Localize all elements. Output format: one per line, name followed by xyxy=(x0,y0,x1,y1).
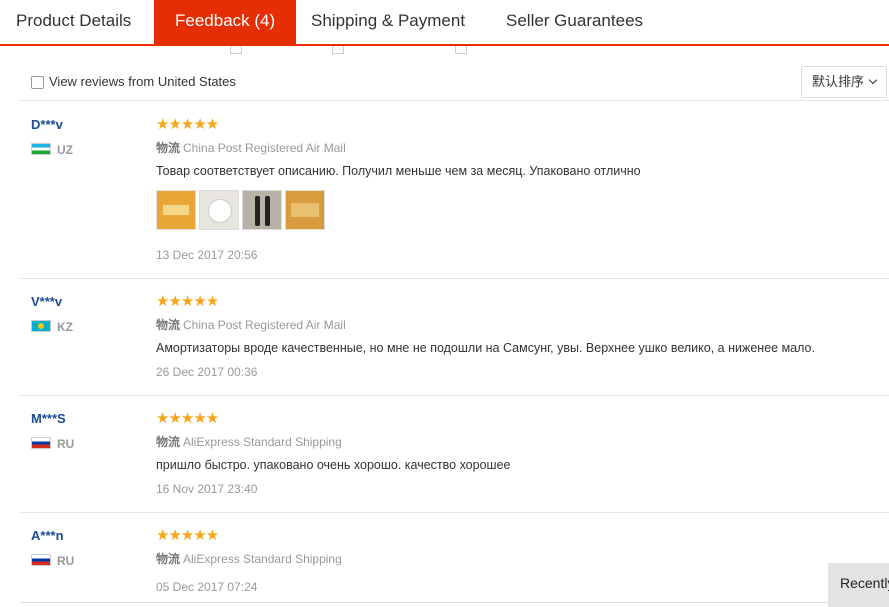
review-date: 05 Dec 2017 07:24 xyxy=(156,580,258,594)
review-photo-thumbnail[interactable] xyxy=(285,190,325,230)
shipping-method: 物流 China Post Registered Air Mail xyxy=(156,318,346,332)
rating-stars: ★★★★★ xyxy=(156,410,219,427)
reviewer-country: RU xyxy=(31,554,74,568)
shipping-method: 物流 AliExpress Standard Shipping xyxy=(156,552,342,566)
flag-kz-icon xyxy=(31,320,51,332)
review-text: Товар соответствует описанию. Получил ме… xyxy=(156,164,641,178)
flag-ru-icon xyxy=(31,437,51,449)
rating-stars: ★★★★★ xyxy=(156,293,219,310)
rating-stars: ★★★★★ xyxy=(156,116,219,133)
tab-product-details[interactable]: Product Details xyxy=(16,0,131,44)
review-item: A***n RU ★★★★★ 物流 AliExpress Standard Shi… xyxy=(20,512,889,602)
reviewer-name: V***v xyxy=(31,294,63,309)
rating-stars: ★★★★★ xyxy=(156,527,219,544)
reviewer-country: KZ xyxy=(31,320,73,334)
shipping-method: 物流 China Post Registered Air Mail xyxy=(156,141,346,155)
review-item: D***v UZ ★★★★★ 物流 China Post Registered A… xyxy=(20,101,889,279)
review-text: Амортизаторы вроде качественные, но мне … xyxy=(156,341,815,355)
tab-feedback[interactable]: Feedback (4) xyxy=(154,0,297,44)
review-date: 13 Dec 2017 20:56 xyxy=(156,248,258,262)
tab-seller-guarantees[interactable]: Seller Guarantees xyxy=(506,0,643,44)
sort-dropdown[interactable]: 默认排序 xyxy=(801,66,887,98)
review-item: V***v KZ ★★★★★ 物流 China Post Registered A… xyxy=(20,278,889,396)
filter-checkbox[interactable] xyxy=(332,46,344,54)
review-date: 26 Dec 2017 00:36 xyxy=(156,365,258,379)
review-text: пришло быстро. упаковано очень хорошо. к… xyxy=(156,458,511,472)
filter-checkbox[interactable] xyxy=(455,46,467,54)
reviewer-name: M***S xyxy=(31,411,66,426)
review-photo-thumbnail[interactable] xyxy=(199,190,239,230)
review-photo-thumbnail[interactable] xyxy=(242,190,282,230)
recently-viewed-button[interactable]: Recently Viewed xyxy=(828,563,889,607)
review-photos xyxy=(156,190,328,235)
filter-checkbox[interactable] xyxy=(230,46,242,54)
feedback-toolbar: View reviews from United States 默认排序 xyxy=(20,64,889,101)
reviewer-country: UZ xyxy=(31,143,73,157)
reviewer-country: RU xyxy=(31,437,74,451)
flag-ru-icon xyxy=(31,554,51,566)
filter-strip xyxy=(0,46,889,58)
review-date: 16 Nov 2017 23:40 xyxy=(156,482,258,496)
reviewer-name: D***v xyxy=(31,117,63,132)
sort-label: 默认排序 xyxy=(811,74,864,89)
us-reviews-checkbox[interactable] xyxy=(31,76,44,89)
us-reviews-label[interactable]: View reviews from United States xyxy=(49,74,236,89)
tab-shipping-payment[interactable]: Shipping & Payment xyxy=(311,0,465,44)
review-photo-thumbnail[interactable] xyxy=(156,190,196,230)
flag-uz-icon xyxy=(31,143,51,155)
reviewer-name: A***n xyxy=(31,528,64,543)
review-item: M***S RU ★★★★★ 物流 AliExpress Standard Shi… xyxy=(20,395,889,513)
divider xyxy=(20,602,828,603)
chevron-down-icon xyxy=(868,75,878,85)
shipping-method: 物流 AliExpress Standard Shipping xyxy=(156,435,342,449)
tab-bar: Product Details Feedback (4) Shipping & … xyxy=(0,0,889,46)
